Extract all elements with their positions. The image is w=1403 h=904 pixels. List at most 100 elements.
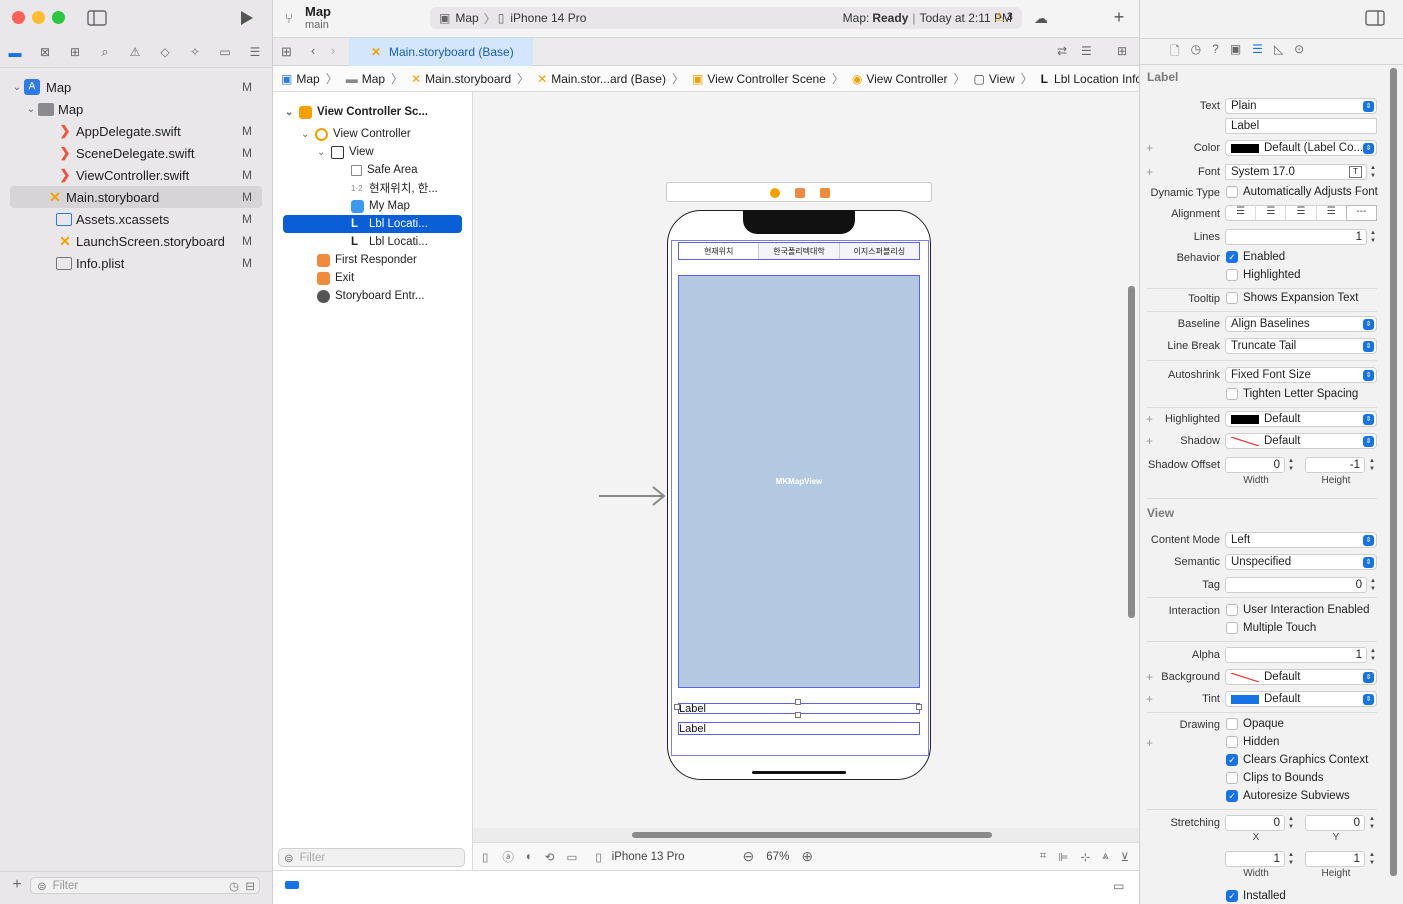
attributes-inspector-icon[interactable]: ☰ — [1252, 42, 1263, 63]
grid-icon[interactable]: ⊞ — [281, 44, 292, 60]
background-color-popup[interactable]: Default ⇕ — [1225, 669, 1377, 685]
back-arrow-icon[interactable]: ‹ — [311, 43, 315, 58]
tree-item-project[interactable]: ⌄ A Map M — [10, 76, 262, 98]
size-inspector-icon[interactable]: ◺ — [1274, 42, 1283, 63]
align-justify-icon[interactable]: ☰ — [1317, 206, 1347, 220]
close-window-button[interactable] — [12, 11, 25, 24]
segmented-control[interactable]: 현재위치 한국폴리텍대학 이지스퍼블리싱 — [678, 242, 920, 260]
source-filter-icon[interactable]: ⊟ — [245, 879, 255, 893]
tag-field[interactable]: 0 — [1225, 577, 1367, 593]
map-view[interactable]: MKMapView — [678, 275, 920, 688]
stretch-height-field[interactable]: 1 — [1305, 851, 1365, 867]
jump-item-base[interactable]: ✕ Main.stor...ard (Base) — [537, 72, 666, 86]
warnings-badge[interactable]: ⚠ 3 — [994, 10, 1013, 24]
chevron-down-icon[interactable]: ⌄ — [10, 82, 24, 93]
shadow-width-stepper[interactable]: ▲ ▼ — [1287, 457, 1295, 473]
canvas-horizontal-scrollbar[interactable] — [632, 832, 992, 838]
swap-icon[interactable]: ⇄ — [1057, 44, 1067, 58]
resolve-icon[interactable]: ⩓ — [1102, 850, 1109, 863]
tree-item-folder[interactable]: ⌄ Map — [10, 98, 262, 120]
outline-my-map[interactable]: My Map — [351, 197, 410, 215]
outline-exit[interactable]: Exit — [317, 269, 354, 287]
color-popup[interactable]: Default (Label Co... ⇕ — [1225, 140, 1377, 156]
outline-filter-input[interactable]: ⊜ Filter — [278, 848, 465, 867]
outline-first-responder[interactable]: First Responder — [317, 251, 417, 269]
text-content-field[interactable]: Label — [1225, 118, 1377, 134]
tree-item-main-storyboard[interactable]: ✕ Main.storyboard M — [10, 186, 262, 208]
orientation-icon[interactable]: ⟲ — [545, 850, 555, 864]
breakpoint-icon[interactable]: ▭ — [210, 45, 240, 59]
tab-main-storyboard[interactable]: ✕ Main.storyboard (Base) — [349, 38, 533, 66]
storyboard-canvas[interactable]: 현재위치 한국폴리텍대학 이지스퍼블리싱 MKMapView Label Lab… — [473, 92, 1139, 838]
align-left-icon[interactable]: ☰ — [1226, 206, 1257, 220]
symbol-icon[interactable]: ⊞ — [60, 45, 90, 59]
recent-icon[interactable]: ◷ — [229, 879, 239, 893]
outline-view-controller[interactable]: ⌄ View Controller — [301, 125, 411, 143]
tree-item-infoplist[interactable]: Info.plist M — [10, 252, 262, 274]
enabled-checkbox[interactable]: ✓ Enabled — [1226, 251, 1285, 263]
scene-dock[interactable] — [666, 182, 932, 202]
folder-icon[interactable]: ▬ — [0, 45, 30, 60]
jump-item-label[interactable]: L Lbl Location Info1 — [1041, 72, 1139, 86]
text-type-popup[interactable]: Plain ⇕ — [1225, 98, 1377, 114]
sidebar-toggle-icon[interactable] — [86, 9, 108, 27]
zoom-window-button[interactable] — [52, 11, 65, 24]
jump-item-storyboard[interactable]: ✕ Main.storyboard — [411, 72, 511, 86]
opaque-checkbox[interactable]: Opaque — [1226, 718, 1284, 730]
stretch-x-stepper[interactable]: ▲ ▼ — [1287, 815, 1295, 831]
highlighted-color-popup[interactable]: Default ⇕ — [1225, 411, 1377, 427]
semantic-popup[interactable]: Unspecified ⇕ — [1225, 554, 1377, 570]
debug-area-toggle-icon[interactable] — [285, 881, 299, 889]
chevron-down-icon[interactable]: ⌄ — [317, 147, 331, 158]
minimize-window-button[interactable] — [32, 11, 45, 24]
scheme-selector[interactable]: Map — [455, 11, 478, 25]
zoom-out-icon[interactable]: ⊖ — [743, 848, 755, 865]
search-icon[interactable]: ⌕ — [90, 44, 120, 60]
resize-handle[interactable] — [795, 712, 801, 718]
cloud-icon[interactable]: ☁ — [1032, 10, 1050, 26]
alpha-stepper[interactable]: ▲ ▼ — [1369, 647, 1377, 663]
clears-context-checkbox[interactable]: ✓ Clears Graphics Context — [1226, 754, 1368, 766]
outline-lbl-location-1[interactable]: L Lbl Locati... — [283, 215, 462, 233]
help-inspector-icon[interactable]: ? — [1212, 42, 1219, 63]
hidden-checkbox[interactable]: Hidden — [1226, 736, 1279, 748]
accessibility-icon[interactable]: ⓐ — [502, 849, 514, 865]
installed-checkbox[interactable]: ✓ Installed — [1226, 890, 1286, 902]
align-right-icon[interactable]: ☰ — [1286, 206, 1317, 220]
alignment-segmented[interactable]: ☰ ☰ ☰ ☰ --- — [1225, 205, 1377, 221]
lines-stepper[interactable]: ▲ ▼ — [1369, 229, 1377, 245]
console-toggle-icon[interactable]: ▭ — [1113, 879, 1124, 893]
editor-options-icon[interactable]: ☰ — [1081, 44, 1092, 58]
exit-icon[interactable] — [820, 188, 830, 198]
tree-item-viewcontroller[interactable]: ❯ ViewController.swift M — [10, 164, 262, 186]
outline-toggle-icon[interactable]: ▯ — [482, 850, 488, 864]
tighten-checkbox[interactable]: Tighten Letter Spacing — [1226, 388, 1358, 400]
inspector-scrollbar[interactable] — [1390, 68, 1397, 876]
jump-item-view[interactable]: ▢ View — [974, 72, 1015, 86]
lines-field[interactable]: 1 — [1225, 229, 1367, 245]
jump-item-scene[interactable]: ▣ View Controller Scene — [692, 72, 826, 86]
tree-item-assets[interactable]: Assets.xcassets M — [10, 208, 262, 230]
outline-lbl-location-2[interactable]: L Lbl Locati... — [351, 233, 428, 251]
tree-item-appdelegate[interactable]: ❯ AppDelegate.swift M — [10, 120, 262, 142]
forward-arrow-icon[interactable]: › — [331, 43, 335, 58]
stretch-height-stepper[interactable]: ▲ ▼ — [1368, 851, 1376, 867]
shadow-color-popup[interactable]: Default ⇕ — [1225, 433, 1377, 449]
segment-item[interactable]: 현재위치 — [679, 243, 760, 259]
dynamic-type-checkbox[interactable]: Automatically Adjusts Font — [1226, 186, 1378, 198]
jump-item-project[interactable]: ▣ Map — [281, 72, 320, 86]
split-editor-icon[interactable]: ⊞ — [1117, 44, 1127, 58]
run-button[interactable] — [236, 9, 256, 27]
library-add-icon[interactable]: + — [1110, 7, 1128, 27]
align-center-icon[interactable]: ☰ — [1256, 206, 1287, 220]
debug-icon[interactable]: ✧ — [180, 45, 210, 59]
tint-color-popup[interactable]: Default ⇕ — [1225, 691, 1377, 707]
clips-bounds-checkbox[interactable]: Clips to Bounds — [1226, 772, 1324, 784]
add-file-icon[interactable]: + — [8, 876, 26, 894]
content-mode-popup[interactable]: Left ⇕ — [1225, 532, 1377, 548]
resize-handle[interactable] — [916, 704, 922, 710]
canvas-vertical-scrollbar[interactable] — [1128, 286, 1135, 618]
first-responder-icon[interactable] — [795, 188, 805, 198]
connections-inspector-icon[interactable]: ⊙ — [1294, 42, 1304, 63]
stretch-width-stepper[interactable]: ▲ ▼ — [1287, 851, 1295, 867]
